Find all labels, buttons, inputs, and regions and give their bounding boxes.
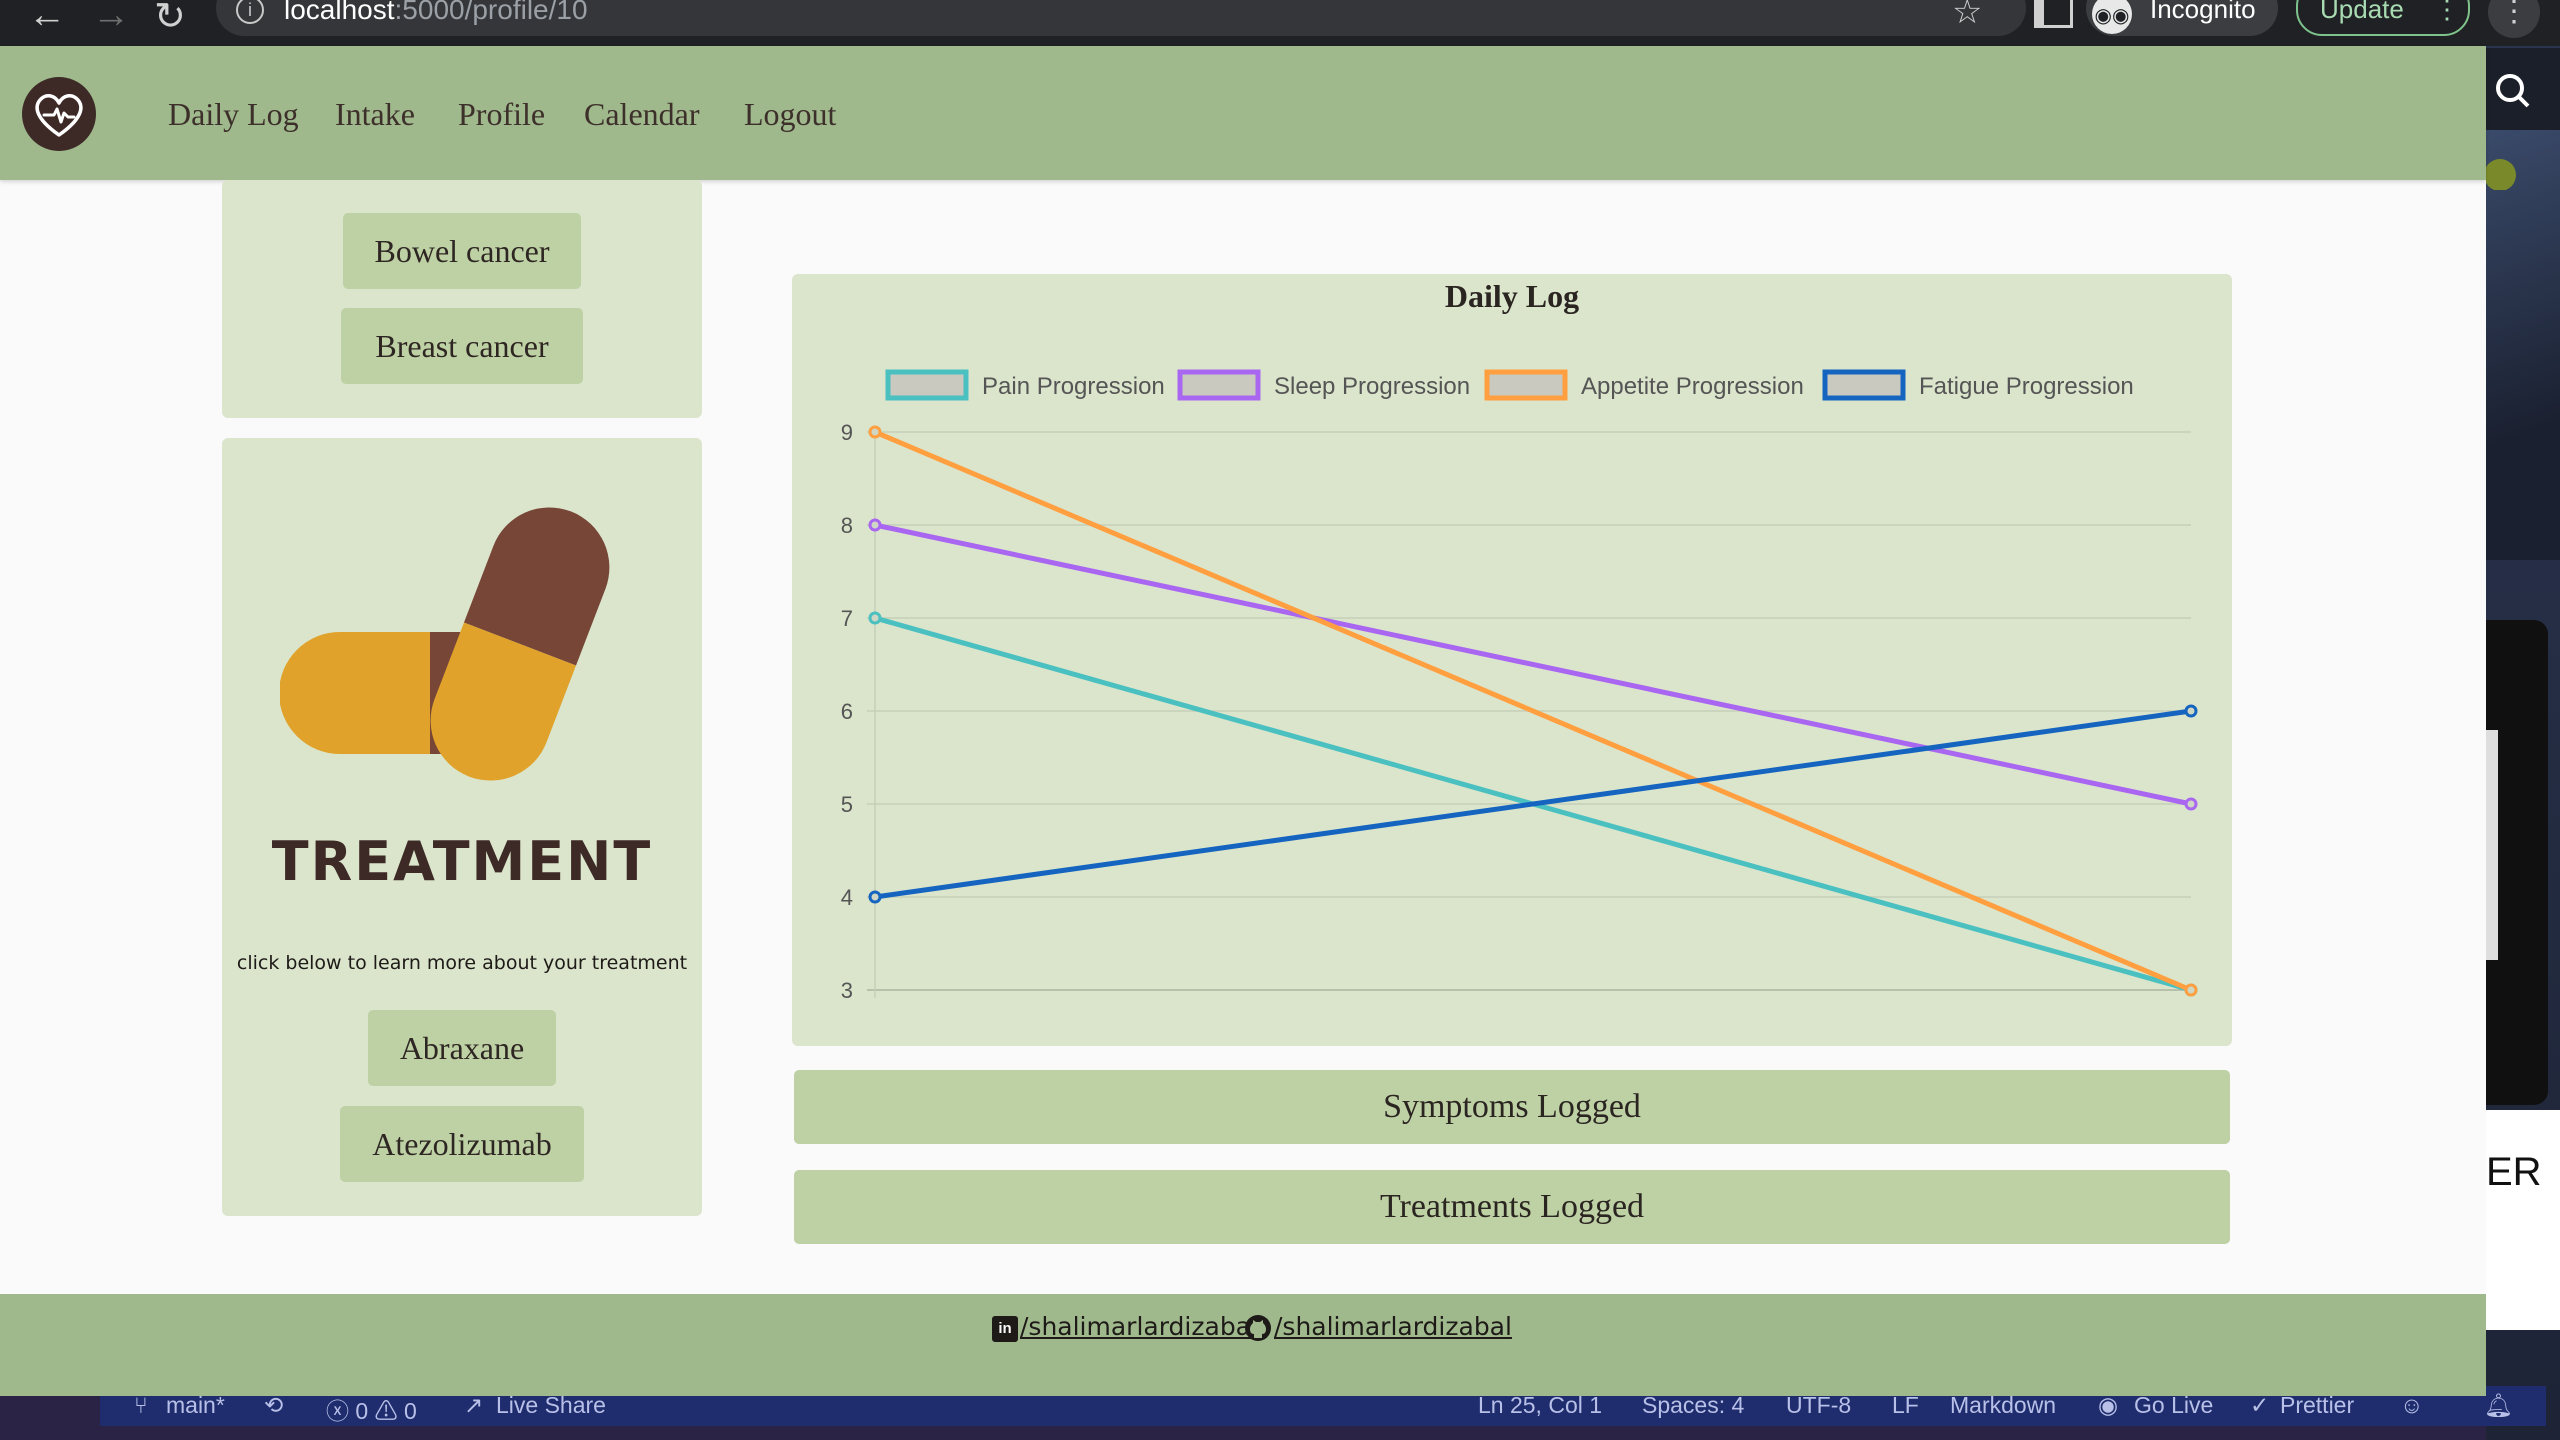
accounts-icon[interactable]: ☺ — [2400, 1392, 2423, 1419]
heart-pulse-icon — [35, 94, 83, 137]
y-tick-label: 3 — [841, 978, 853, 1003]
treatment-title: TREATMENT — [271, 830, 653, 893]
sync-icon[interactable]: ⟲ — [264, 1392, 283, 1419]
y-tick-label: 9 — [841, 420, 853, 445]
status-branch[interactable]: main* — [166, 1392, 225, 1419]
treatment-description: click below to learn more about your tre… — [236, 952, 688, 974]
update-label: Update — [2320, 0, 2404, 24]
capsule-pills-icon — [280, 507, 610, 781]
data-point — [868, 425, 882, 439]
back-icon[interactable]: ← — [28, 0, 66, 37]
y-tick-label: 6 — [841, 699, 853, 724]
status-prettier[interactable]: Prettier — [2280, 1392, 2354, 1419]
url-host: localhost — [284, 0, 395, 25]
status-live-share[interactable]: Live Share — [496, 1392, 606, 1419]
background-photo-detail — [2484, 159, 2516, 191]
legend-swatch — [1177, 369, 1261, 401]
incognito-label: Incognito — [2150, 0, 2256, 24]
legend-label: Appetite Progression — [1581, 373, 1804, 400]
y-tick-label: 7 — [841, 606, 853, 631]
site-footer — [0, 1294, 2486, 1396]
reload-icon[interactable]: ↻ — [154, 0, 186, 39]
data-point — [2184, 704, 2198, 718]
background-window-text: ER — [2486, 1150, 2542, 1194]
status-problems[interactable]: ⓧ 0 ⚠ 0 — [326, 1392, 417, 1426]
nav-profile[interactable]: Profile — [458, 96, 545, 133]
legend-label: Fatigue Progression — [1919, 373, 2134, 400]
bookmark-star-icon[interactable]: ☆ — [1952, 0, 1982, 32]
status-eol[interactable]: LF — [1892, 1392, 1919, 1419]
treatment-button-abraxane[interactable]: Abraxane — [368, 1010, 556, 1086]
live-share-icon[interactable]: ↗ — [464, 1392, 483, 1419]
daily-log-line-chart: 3 4 5 6 7 8 9 Pain Progression Sleep Progression… — [841, 369, 2198, 1003]
status-encoding[interactable]: UTF-8 — [1786, 1392, 1851, 1419]
legend-swatch — [1822, 369, 1906, 401]
nav-logout[interactable]: Logout — [744, 96, 836, 133]
background-window-card-inner — [2486, 730, 2498, 960]
broadcast-icon[interactable]: ◉ — [2098, 1392, 2118, 1419]
data-point — [868, 518, 882, 532]
legend-swatch — [885, 369, 969, 401]
data-point — [868, 890, 882, 904]
nav-calendar[interactable]: Calendar — [584, 96, 700, 133]
data-point — [2184, 983, 2198, 997]
data-point — [868, 611, 882, 625]
side-panel-icon[interactable] — [2034, 0, 2073, 28]
address-bar-url[interactable]: localhost:5000/profile/10 — [284, 0, 588, 26]
legend-label: Sleep Progression — [1274, 373, 1470, 400]
y-tick-label: 5 — [841, 792, 853, 817]
update-menu-icon[interactable]: ⋮ — [2434, 0, 2460, 25]
background-window-photo — [2484, 130, 2560, 560]
symptoms-logged-accordion[interactable]: Symptoms Logged — [794, 1070, 2230, 1144]
background-window-search-area — [2486, 48, 2560, 138]
github-link[interactable]: /shalimarlardizabal — [1274, 1312, 1512, 1341]
y-tick-label: 4 — [841, 885, 853, 910]
diagnosis-button-bowel-cancer[interactable]: Bowel cancer — [343, 213, 581, 289]
treatment-button-atezolizumab[interactable]: Atezolizumab — [340, 1106, 584, 1182]
nav-intake[interactable]: Intake — [335, 96, 415, 133]
treatments-logged-accordion[interactable]: Treatments Logged — [794, 1170, 2230, 1244]
diagnosis-button-breast-cancer[interactable]: Breast cancer — [341, 308, 583, 384]
url-path: :5000/profile/10 — [394, 0, 588, 25]
data-point — [2184, 797, 2198, 811]
forward-icon[interactable]: → — [92, 0, 130, 37]
notifications-icon[interactable]: 🔔︎ — [2484, 1392, 2513, 1419]
heart-pulse-logo-icon[interactable] — [22, 77, 96, 151]
legend-label: Pain Progression — [982, 373, 1165, 400]
linkedin-icon[interactable]: in — [992, 1316, 1018, 1342]
y-tick-label: 8 — [841, 513, 853, 538]
status-spaces[interactable]: Spaces: 4 — [1642, 1392, 1744, 1419]
linkedin-link[interactable]: /shalimarlardizabal — [1020, 1312, 1258, 1341]
branch-icon[interactable]: ⑂ — [134, 1392, 148, 1419]
search-icon — [2496, 74, 2530, 108]
status-go-live[interactable]: Go Live — [2134, 1392, 2213, 1419]
series-line — [874, 522, 2192, 807]
legend-swatch — [1484, 369, 1568, 401]
check-icon[interactable]: ✓ — [2250, 1392, 2269, 1419]
status-language[interactable]: Markdown — [1950, 1392, 2056, 1419]
github-icon[interactable] — [1244, 1314, 1272, 1342]
background-window-white — [2486, 1110, 2560, 1330]
nav-daily-log[interactable]: Daily Log — [168, 96, 299, 133]
status-cursor-position[interactable]: Ln 25, Col 1 — [1478, 1392, 1602, 1419]
